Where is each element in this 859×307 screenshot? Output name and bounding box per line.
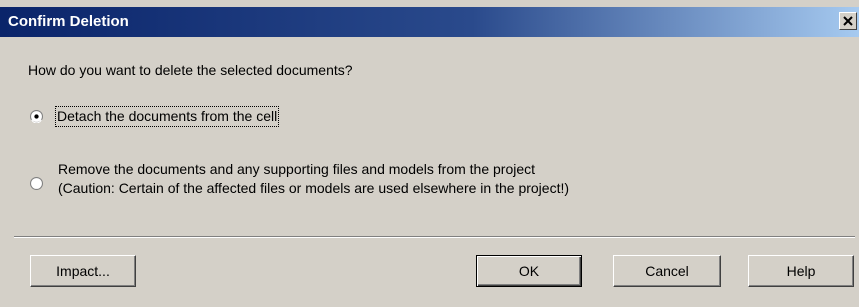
option-detach-label: Detach the documents from the cell — [54, 106, 280, 127]
close-button[interactable] — [839, 12, 857, 30]
radio-button-selected[interactable] — [30, 110, 43, 123]
window-title: Confirm Deletion — [8, 13, 129, 30]
divider — [14, 236, 855, 238]
confirm-deletion-dialog: Confirm Deletion How do you want to dele… — [0, 0, 859, 307]
help-button[interactable]: Help — [748, 255, 854, 287]
close-icon — [843, 16, 853, 26]
ok-button[interactable]: OK — [476, 255, 582, 287]
cancel-button[interactable]: Cancel — [613, 255, 721, 287]
option-remove-caution: (Caution: Certain of the affected files … — [58, 180, 570, 196]
option-remove-label: Remove the documents and any supporting … — [58, 160, 569, 198]
title-bar[interactable]: Confirm Deletion — [0, 7, 859, 37]
radio-button-unselected[interactable] — [30, 177, 43, 190]
option-remove-line1: Remove the documents and any supporting … — [58, 161, 536, 177]
impact-button[interactable]: Impact... — [30, 255, 136, 287]
deletion-prompt: How do you want to delete the selected d… — [28, 62, 353, 78]
